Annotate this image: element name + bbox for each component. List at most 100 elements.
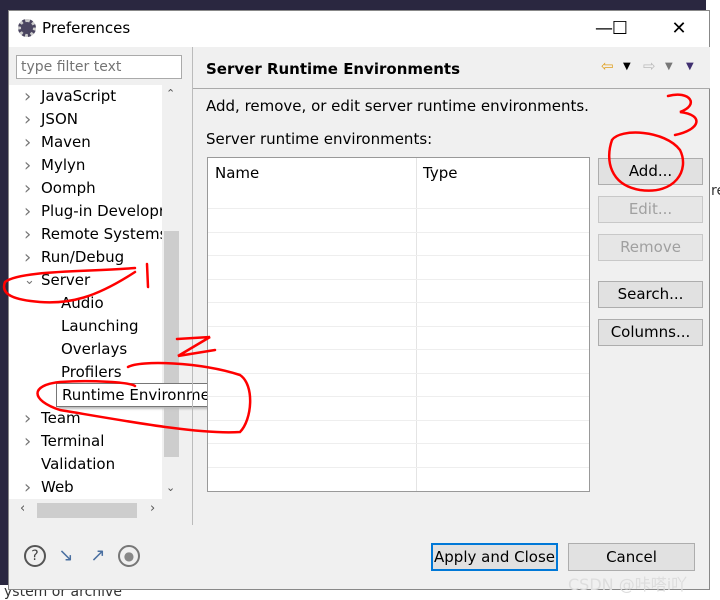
table-row-line <box>208 372 589 374</box>
watermark: CSDN @咔嗒i吖 <box>568 575 688 594</box>
tree-item-label: Server <box>41 271 91 289</box>
tree-item-label: Launching <box>61 317 139 335</box>
preference-tree-panel: › JavaScript › JSON › Maven › Mylyn › Oomph › Plug-… <box>9 47 240 525</box>
table-row-line <box>208 443 589 444</box>
cancel-button[interactable]: Cancel <box>568 543 695 571</box>
edit-button[interactable]: Edit... <box>598 196 703 223</box>
tree-item[interactable]: › Team <box>24 407 81 430</box>
window-title: Preferences <box>42 19 131 37</box>
chevron-right-icon[interactable]: › <box>24 246 31 269</box>
table-row-line <box>208 302 589 303</box>
tree-item-label: Overlays <box>61 340 128 358</box>
record-icon[interactable]: ● <box>118 545 140 567</box>
tree-item-label: Oomph <box>41 179 96 197</box>
tree-item[interactable]: › Mylyn <box>24 154 86 177</box>
preference-page: Server Runtime Environments ⇦ ▼ ⇨ ▼ ▼ Ad… <box>192 47 710 525</box>
page-title: Server Runtime Environments <box>206 60 460 78</box>
chevron-right-icon[interactable]: › <box>24 200 31 223</box>
tree-item-label: Remote Systems <box>41 225 162 243</box>
column-header-type[interactable]: Type <box>423 162 457 188</box>
column-header-name[interactable]: Name <box>215 162 259 188</box>
chevron-right-icon[interactable]: › <box>24 407 31 430</box>
tree-item-label: Validation <box>41 455 116 473</box>
runtime-environments-table[interactable]: Name Type <box>207 157 590 492</box>
table-row-line <box>208 325 589 327</box>
tree-item[interactable]: Profilers <box>61 361 122 384</box>
tree-item-label: Team <box>41 409 81 427</box>
eclipse-gear-icon <box>18 19 36 37</box>
tree-item-label: Run/Debug <box>41 248 125 266</box>
chevron-right-icon[interactable]: › <box>24 223 31 246</box>
chevron-right-icon[interactable]: › <box>24 177 31 200</box>
export-icon[interactable]: ↗ <box>87 545 109 567</box>
tree-item[interactable]: Audio <box>61 292 104 315</box>
background-text: re <box>711 183 720 199</box>
scroll-left-icon[interactable]: ‹ <box>20 501 25 516</box>
tree-item[interactable]: › Terminal <box>24 430 105 453</box>
scroll-right-icon[interactable]: › <box>150 501 155 516</box>
maximize-button[interactable]: ☐ <box>605 15 635 43</box>
tree-item-label: Profilers <box>61 363 122 381</box>
tree-item-label: Audio <box>61 294 104 312</box>
add-button[interactable]: Add... <box>598 158 703 185</box>
table-row-line <box>208 278 589 280</box>
filter-input[interactable] <box>16 55 182 79</box>
tree-item[interactable]: ⌄ Server <box>24 269 91 292</box>
tree-item[interactable]: › Plug-in Developr <box>24 200 162 223</box>
table-row-line <box>208 396 589 397</box>
chevron-right-icon[interactable]: › <box>24 108 31 131</box>
tree-item[interactable]: Validation <box>41 453 115 476</box>
back-arrow-icon[interactable]: ⇦ <box>601 57 614 75</box>
apply-and-close-button[interactable]: Apply and Close <box>431 543 558 571</box>
page-header: Server Runtime Environments ⇦ ▼ ⇨ ▼ ▼ <box>193 47 710 89</box>
title-bar: Preferences — ☐ ✕ <box>9 11 709 47</box>
import-icon[interactable]: ↘ <box>55 545 77 567</box>
chevron-down-icon[interactable]: ⌄ <box>24 269 35 292</box>
table-row-line <box>208 349 589 350</box>
table-row-line <box>208 466 589 468</box>
columns-button[interactable]: Columns... <box>598 319 703 346</box>
tree-vertical-scrollbar[interactable]: ⌃ ⌄ <box>162 85 181 499</box>
tree-item[interactable]: › Run/Debug <box>24 246 125 269</box>
forward-arrow-icon[interactable]: ⇨ <box>643 57 656 75</box>
tree-item-label: Plug-in Developr <box>41 202 162 220</box>
forward-menu-icon[interactable]: ▼ <box>665 61 673 72</box>
tree-item-label: Mylyn <box>41 156 86 174</box>
back-menu-icon[interactable]: ▼ <box>623 61 631 72</box>
table-row-line <box>208 231 589 233</box>
tree-item[interactable]: Overlays <box>61 338 127 361</box>
table-row-line <box>208 208 589 209</box>
tree-item[interactable]: › Oomph <box>24 177 96 200</box>
tree-item-label: JSON <box>41 110 78 128</box>
tree-item[interactable]: Launching <box>61 315 139 338</box>
tree-item[interactable]: › Maven <box>24 131 91 154</box>
tree-horizontal-scrollbar[interactable]: ‹ › <box>17 501 162 520</box>
tree-item-label: JavaScript <box>41 87 117 105</box>
view-menu-icon[interactable]: ▼ <box>686 61 694 72</box>
tree-item[interactable]: › JSON <box>24 108 78 131</box>
chevron-right-icon[interactable]: › <box>24 85 31 108</box>
tree-item-label: Web <box>41 478 74 496</box>
chevron-right-icon[interactable]: › <box>24 154 31 177</box>
list-label: Server runtime environments: <box>206 130 433 148</box>
chevron-right-icon[interactable]: › <box>24 430 31 453</box>
table-row-line <box>208 255 589 256</box>
tree-item[interactable]: › Remote Systems <box>24 223 162 246</box>
table-row-line <box>208 419 589 421</box>
scrollbar-thumb[interactable] <box>37 503 137 518</box>
page-description: Add, remove, or edit server runtime envi… <box>206 97 589 115</box>
close-button[interactable]: ✕ <box>664 15 694 43</box>
search-button[interactable]: Search... <box>598 281 703 308</box>
tree-item[interactable]: › JavaScript <box>24 85 117 108</box>
scroll-up-icon[interactable]: ⌃ <box>166 87 175 100</box>
chevron-right-icon[interactable]: › <box>24 131 31 154</box>
preferences-dialog: Preferences — ☐ ✕ › JavaScript › JSON › Maven… <box>8 10 710 590</box>
tree-item[interactable]: › Web <box>24 476 74 499</box>
remove-button[interactable]: Remove <box>598 234 703 261</box>
preference-tree: › JavaScript › JSON › Maven › Mylyn › Oomph › Plug-… <box>9 85 162 499</box>
scrollbar-thumb[interactable] <box>164 231 179 457</box>
chevron-right-icon[interactable]: › <box>24 476 31 499</box>
tree-item-label: Terminal <box>41 432 105 450</box>
scroll-down-icon[interactable]: ⌄ <box>166 481 175 494</box>
help-icon[interactable]: ? <box>24 545 46 567</box>
